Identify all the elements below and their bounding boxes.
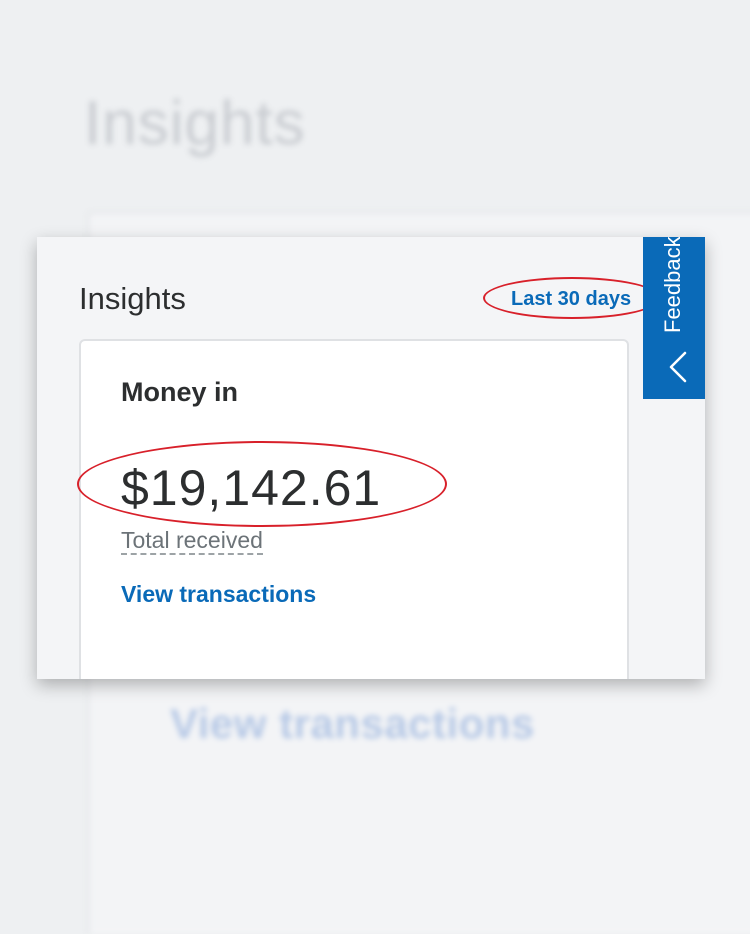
insights-title: Insights xyxy=(79,281,186,316)
insights-card: Insights Last 30 days Money in $19,142.6… xyxy=(37,237,705,679)
background-page-title: Insights xyxy=(84,89,306,158)
money-in-amount: $19,142.61 xyxy=(121,460,382,516)
chevron-left-icon xyxy=(669,351,687,383)
date-range-link[interactable]: Last 30 days xyxy=(511,288,631,311)
background-view-transactions-link: View transactions xyxy=(170,700,535,747)
total-received-label[interactable]: Total received xyxy=(121,527,263,555)
money-in-heading: Money in xyxy=(121,377,239,407)
view-transactions-link[interactable]: View transactions xyxy=(121,581,316,608)
money-in-card: Money in $19,142.61 Total received View … xyxy=(77,339,629,679)
feedback-label: Feedback xyxy=(660,237,685,333)
feedback-tab[interactable]: Feedback xyxy=(643,237,705,399)
